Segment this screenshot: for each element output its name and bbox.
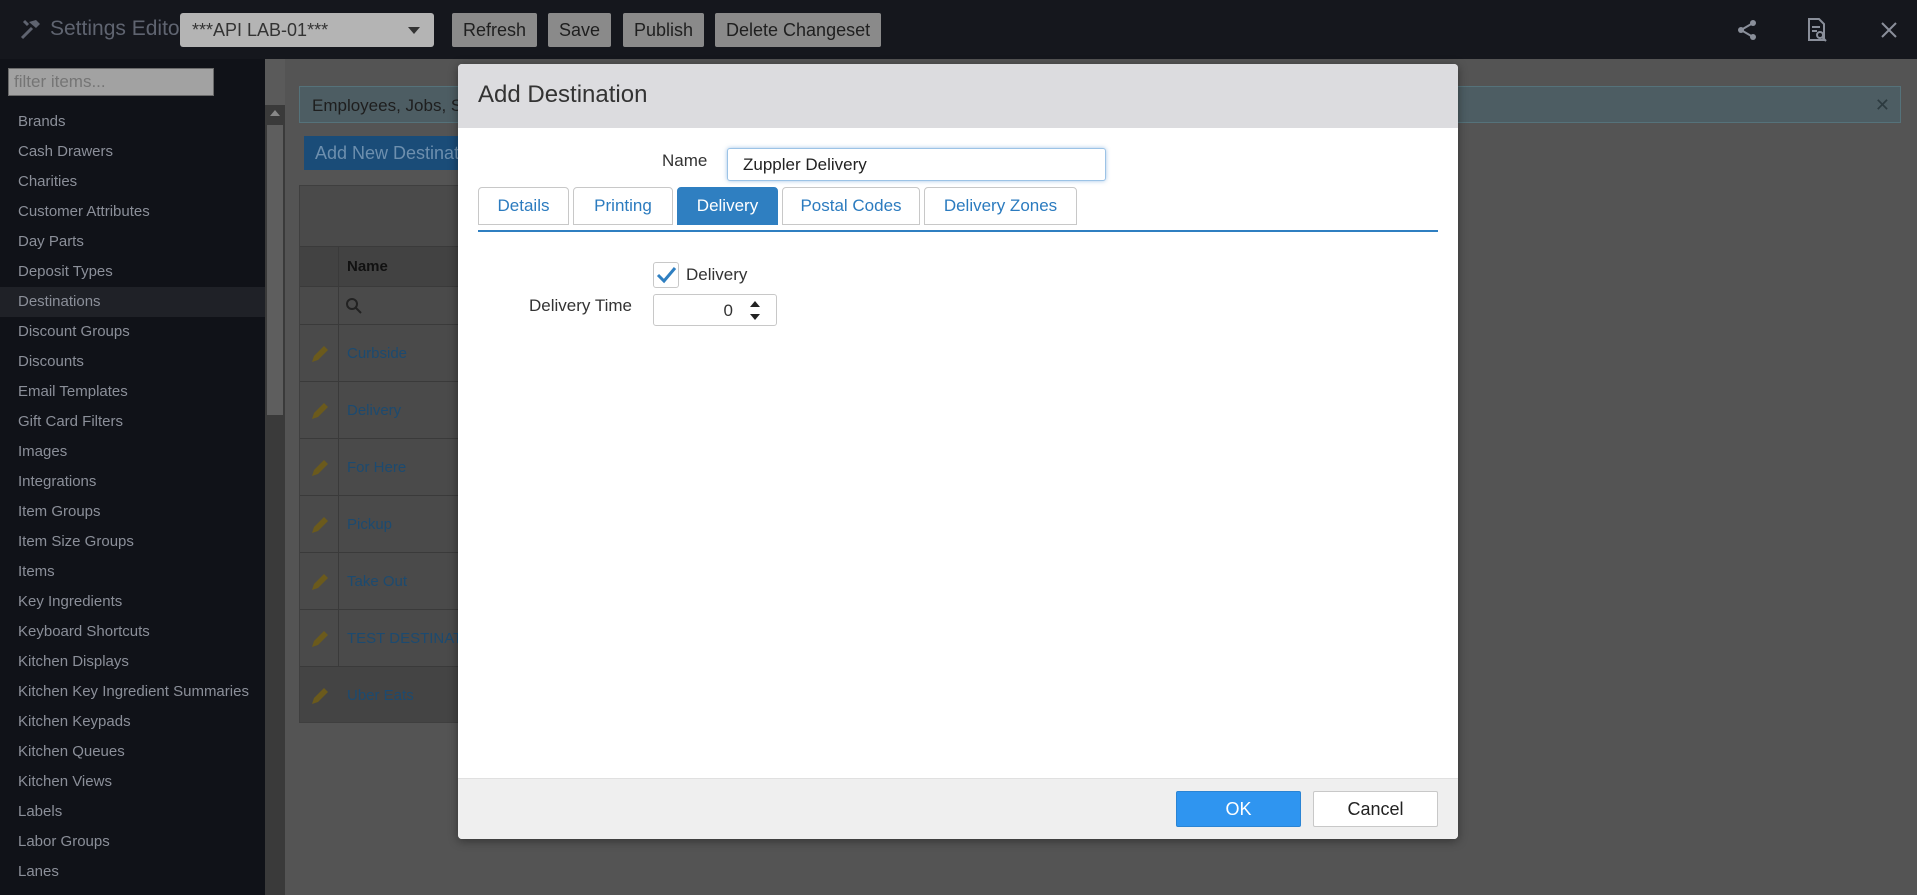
increment-icon[interactable] [750,301,760,307]
sidebar-item-day-parts[interactable]: Day Parts [0,227,265,257]
close-icon[interactable] [1875,16,1903,44]
table-row[interactable]: Delivery [300,381,458,438]
cancel-button[interactable]: Cancel [1313,791,1438,827]
delivery-time-stepper[interactable]: 0 [653,294,777,326]
sidebar-item-lanes[interactable]: Lanes [0,857,265,887]
pencil-icon[interactable] [309,514,331,536]
sidebar-item-item-groups[interactable]: Item Groups [0,497,265,527]
sidebar-item-kitchen-keypads[interactable]: Kitchen Keypads [0,707,265,737]
pencil-icon[interactable] [309,628,331,650]
pencil-icon[interactable] [309,457,331,479]
sidebar-item-kitchen-queues[interactable]: Kitchen Queues [0,737,265,767]
close-icon[interactable]: ✕ [1875,95,1890,116]
dialog-footer: OK Cancel [458,778,1458,839]
add-new-destination-button[interactable]: Add New Destinati [304,136,464,170]
tabs-underline [478,230,1438,232]
share-icon[interactable] [1733,16,1761,44]
sidebar-item-destinations[interactable]: Destinations [0,287,265,317]
sidebar-item-images[interactable]: Images [0,437,265,467]
ok-button[interactable]: OK [1176,791,1301,827]
sidebar-item-labor-groups[interactable]: Labor Groups [0,827,265,857]
sidebar-item-deposit-types[interactable]: Deposit Types [0,257,265,287]
table-row[interactable]: Curbside [300,324,458,381]
table-row[interactable]: For Here [300,438,458,495]
grid-header: Name [300,246,458,286]
top-bar: Settings Editor ***API LAB-01*** Refresh… [0,0,1917,59]
document-search-icon[interactable] [1803,16,1831,44]
destinations-grid: Name Curbside Delivery For Here Pickup T… [299,185,459,723]
chevron-down-icon [408,27,420,34]
table-row[interactable]: TEST DESTINATIO [300,609,458,666]
tab-postal-codes[interactable]: Postal Codes [782,187,920,225]
pencil-icon[interactable] [309,343,331,365]
add-destination-dialog: Add Destination Name Details Printing De… [458,64,1458,839]
sidebar-scrollbar[interactable] [265,105,285,895]
decrement-icon[interactable] [750,314,760,320]
delete-changeset-button[interactable]: Delete Changeset [715,13,882,47]
sidebar-item-integrations[interactable]: Integrations [0,467,265,497]
scroll-up-icon[interactable] [270,110,280,116]
checkmark-icon [656,267,677,284]
sidebar: Brands Cash Drawers Charities Customer A… [0,59,265,895]
dialog-header: Add Destination [458,64,1458,128]
sidebar-item-items[interactable]: Items [0,557,265,587]
sidebar-item-gift-card-filters[interactable]: Gift Card Filters [0,407,265,437]
tab-details[interactable]: Details [478,187,569,225]
sidebar-list: Brands Cash Drawers Charities Customer A… [0,107,265,887]
sidebar-item-brands[interactable]: Brands [0,107,265,137]
scrollbar-thumb[interactable] [267,125,283,415]
search-icon [346,298,362,314]
grid-filter-row[interactable] [300,286,458,324]
delivery-checkbox-label[interactable]: Delivery [686,265,747,285]
table-row[interactable]: Pickup [300,495,458,552]
sidebar-item-item-size-groups[interactable]: Item Size Groups [0,527,265,557]
pencil-icon[interactable] [309,571,331,593]
sidebar-item-kitchen-views[interactable]: Kitchen Views [0,767,265,797]
sidebar-item-keyboard-shortcuts[interactable]: Keyboard Shortcuts [0,617,265,647]
sidebar-item-kitchen-displays[interactable]: Kitchen Displays [0,647,265,677]
delivery-checkbox[interactable] [653,262,679,288]
tools-icon [20,19,40,40]
tab-delivery[interactable]: Delivery [677,187,778,225]
table-row[interactable]: Uber Eats [300,666,458,722]
tab-printing[interactable]: Printing [573,187,673,225]
dialog-title: Add Destination [478,81,648,108]
delivery-time-value[interactable]: 0 [724,301,733,321]
delivery-time-label: Delivery Time [529,296,632,315]
sidebar-item-discounts[interactable]: Discounts [0,347,265,377]
save-button[interactable]: Save [548,13,612,47]
refresh-button[interactable]: Refresh [452,13,538,47]
name-input[interactable] [727,148,1106,181]
sidebar-item-key-ingredients[interactable]: Key Ingredients [0,587,265,617]
pencil-icon[interactable] [309,400,331,422]
sidebar-item-labels[interactable]: Labels [0,797,265,827]
table-row[interactable]: Take Out [300,552,458,609]
sidebar-item-cash-drawers[interactable]: Cash Drawers [0,137,265,167]
sidebar-item-charities[interactable]: Charities [0,167,265,197]
filter-input[interactable] [8,68,214,96]
sidebar-item-discount-groups[interactable]: Discount Groups [0,317,265,347]
pencil-icon[interactable] [309,685,331,707]
tab-delivery-zones[interactable]: Delivery Zones [924,187,1077,225]
sidebar-item-email-templates[interactable]: Email Templates [0,377,265,407]
sidebar-item-customer-attributes[interactable]: Customer Attributes [0,197,265,227]
sidebar-item-kitchen-key-ingredient-summaries[interactable]: Kitchen Key Ingredient Summaries [0,677,265,707]
publish-button[interactable]: Publish [623,13,705,47]
app-title: Settings Editor [18,14,187,44]
name-label: Name [662,151,708,170]
environment-select[interactable]: ***API LAB-01*** [180,13,434,47]
